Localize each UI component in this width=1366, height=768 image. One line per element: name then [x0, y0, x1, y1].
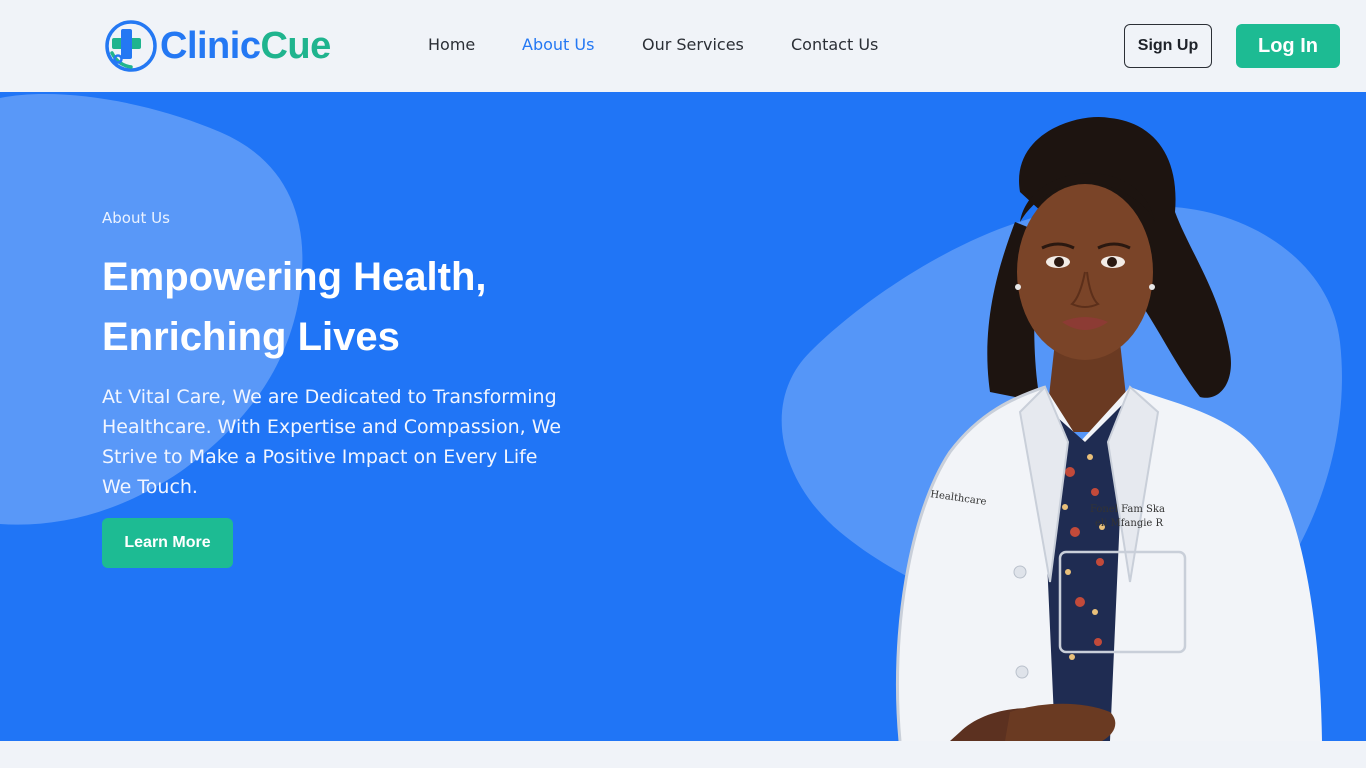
svg-text:eli Mfangie R: eli Mfangie R — [1095, 518, 1164, 529]
next-section-edge — [0, 741, 1366, 768]
nav-link-contact-us[interactable]: Contact Us — [791, 35, 878, 54]
svg-text:Fonel Fam Ska: Fonel Fam Ska — [1090, 504, 1165, 515]
hero-headline-line1: Empowering Health, — [102, 255, 487, 299]
brand-name-part1: Clinic — [160, 25, 261, 67]
hero-headline: Empowering Health, Enriching Lives — [102, 247, 622, 367]
brand-logo[interactable]: ClinicCue — [104, 18, 331, 74]
hero-section: About Us Empowering Health, Enriching Li… — [0, 92, 1366, 741]
nav-link-home[interactable]: Home — [428, 35, 475, 54]
site-header: ClinicCue Home About Us Our Services Con… — [0, 0, 1366, 92]
brand-name: ClinicCue — [160, 27, 331, 65]
hero-description: At Vital Care, We are Dedicated to Trans… — [102, 386, 562, 498]
doctor-portrait-image: Fonel Fam Ska eli Mfangie R Healthcare — [895, 116, 1322, 741]
sign-up-button[interactable]: Sign Up — [1124, 24, 1212, 68]
log-in-button[interactable]: Log In — [1236, 24, 1340, 68]
hero-eyebrow: About Us — [102, 209, 170, 227]
medical-cross-stethoscope-icon — [105, 20, 157, 72]
nav-link-our-services[interactable]: Our Services — [642, 35, 744, 54]
nav-link-about-us[interactable]: About Us — [522, 35, 594, 54]
brand-name-part2: Cue — [260, 25, 331, 67]
learn-more-button[interactable]: Learn More — [102, 518, 233, 568]
hero-headline-line2: Enriching Lives — [102, 315, 400, 359]
